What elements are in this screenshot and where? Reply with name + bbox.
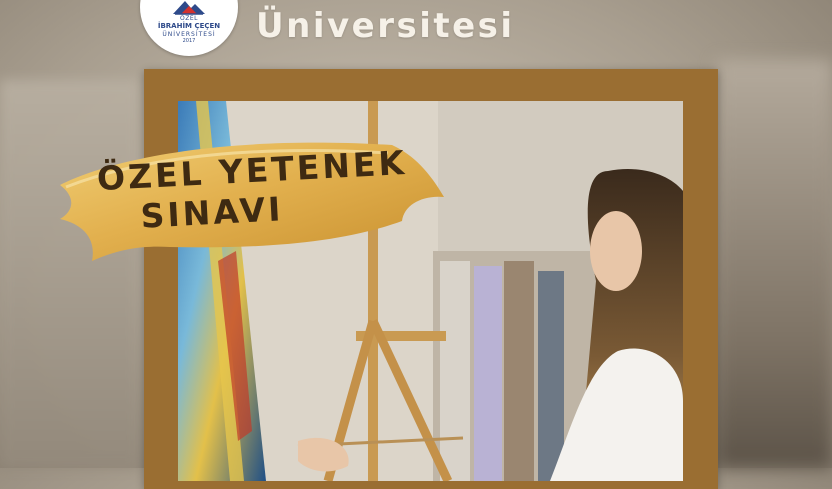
logo-text-university: ÜNİVERSİTESİ	[162, 31, 216, 38]
header-title: Üniversitesi	[256, 6, 515, 46]
background-blur-right	[717, 60, 832, 468]
logo-text-top: ÖZEL	[180, 15, 198, 22]
logo-text-name: İBRAHİM ÇEÇEN	[157, 22, 221, 30]
logo-mark-icon	[173, 1, 205, 15]
exam-banner: ÖZEL YETENEK SINAVI	[52, 125, 452, 275]
university-logo: ÖZEL İBRAHİM ÇEÇEN ÜNİVERSİTESİ 2017	[140, 0, 238, 56]
logo-text-year: 2017	[182, 38, 196, 44]
